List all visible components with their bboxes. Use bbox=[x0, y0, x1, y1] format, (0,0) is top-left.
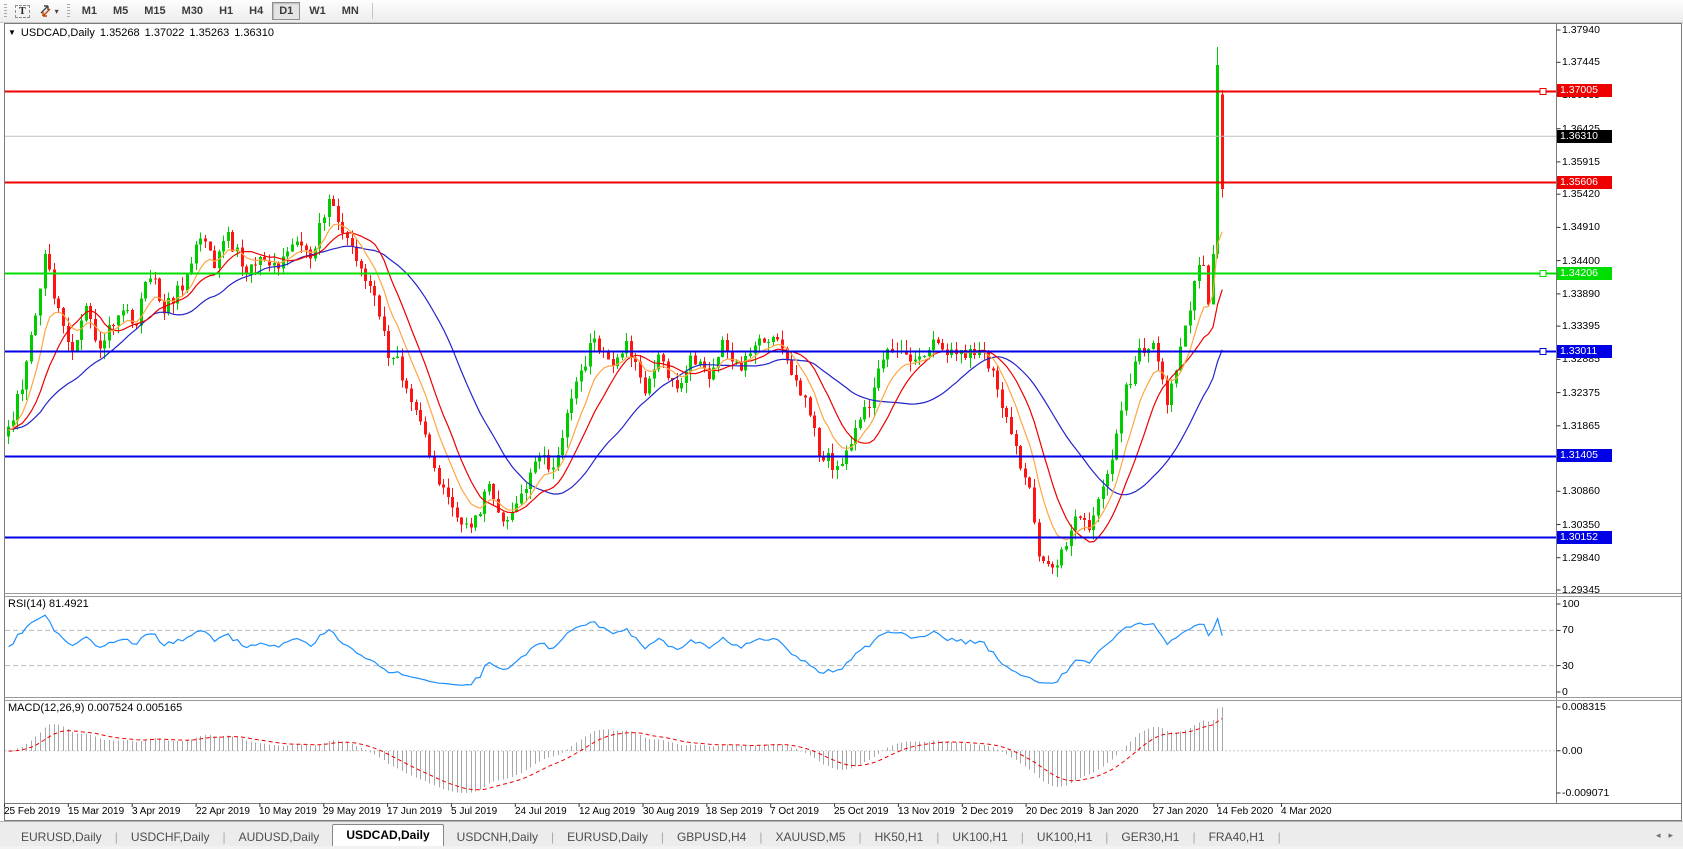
symbol-tab-eurusd-daily-0[interactable]: EURUSD,Daily bbox=[8, 828, 115, 846]
timeframe-button-group: M1M5M15M30H1H4D1W1MN bbox=[74, 0, 367, 22]
tab-separator: | bbox=[1278, 828, 1281, 846]
symbol-tab-usdcad-daily-3[interactable]: USDCAD,Daily bbox=[332, 824, 443, 846]
text-tool-icon: T bbox=[15, 5, 30, 18]
toolbar: T ▾ M1M5M15M30H1H4D1W1MN bbox=[0, 0, 1683, 23]
chart-canvas[interactable] bbox=[0, 0, 1683, 849]
symbol-tab-eurusd-daily-5[interactable]: EURUSD,Daily bbox=[554, 828, 661, 846]
timeframe-button-m5[interactable]: M5 bbox=[106, 2, 135, 20]
timeframe-button-m30[interactable]: M30 bbox=[175, 2, 210, 20]
timeframe-button-m15[interactable]: M15 bbox=[137, 2, 172, 20]
symbol-tab-audusd-daily-2[interactable]: AUDUSD,Daily bbox=[226, 828, 333, 846]
arrows-tool-icon bbox=[38, 4, 53, 18]
trading-terminal-window: T ▾ M1M5M15M30H1H4D1W1MN ▼USDCAD,Daily1.… bbox=[0, 0, 1683, 849]
symbol-tab-gbpusd-h4-6[interactable]: GBPUSD,H4 bbox=[664, 828, 759, 846]
horizontal-line-objects[interactable] bbox=[5, 89, 1556, 538]
tab-scroll-arrows: ◂ ▸ bbox=[1656, 830, 1673, 841]
timeframe-button-m1[interactable]: M1 bbox=[75, 2, 104, 20]
timeframe-button-h4[interactable]: H4 bbox=[242, 2, 270, 20]
arrows-tool-button[interactable]: ▾ bbox=[35, 2, 62, 20]
symbol-tab-usdchf-daily-1[interactable]: USDCHF,Daily bbox=[118, 828, 223, 846]
symbol-tab-uk100-h1-9[interactable]: UK100,H1 bbox=[939, 828, 1020, 846]
symbol-tab-usdcnh-daily-4[interactable]: USDCNH,Daily bbox=[444, 828, 551, 846]
time-axis[interactable] bbox=[5, 804, 1556, 820]
macd-histogram bbox=[9, 707, 1223, 793]
text-tool-button[interactable]: T bbox=[12, 2, 33, 20]
symbol-tab-xauusd-m5-7[interactable]: XAUUSD,M5 bbox=[762, 828, 858, 846]
timeframe-button-mn[interactable]: MN bbox=[335, 2, 366, 20]
timeframe-button-h1[interactable]: H1 bbox=[212, 2, 240, 20]
symbol-tab-fra40-h1-12[interactable]: FRA40,H1 bbox=[1196, 828, 1278, 846]
symbol-tab-ger30-h1-11[interactable]: GER30,H1 bbox=[1108, 828, 1192, 846]
timeframe-button-d1[interactable]: D1 bbox=[272, 2, 300, 20]
price-axis[interactable] bbox=[1557, 23, 1682, 803]
timeframe-button-w1[interactable]: W1 bbox=[302, 2, 333, 20]
rsi-line bbox=[9, 615, 1223, 685]
macd-signal-line bbox=[9, 719, 1223, 790]
symbol-tab-hk50-h1-8[interactable]: HK50,H1 bbox=[862, 828, 937, 846]
dropdown-caret-icon: ▾ bbox=[55, 7, 59, 16]
tab-scroll-left-icon[interactable]: ◂ bbox=[1656, 830, 1661, 841]
toolbar-drag-handle[interactable] bbox=[4, 4, 7, 18]
toolbar-separator bbox=[372, 3, 373, 19]
symbol-tab-uk100-h1-10[interactable]: UK100,H1 bbox=[1024, 828, 1105, 846]
toolbar-group-handle[interactable] bbox=[67, 4, 70, 18]
symbol-tabbar: EURUSD,Daily|USDCHF,Daily|AUDUSD,DailyUS… bbox=[0, 821, 1683, 846]
tab-scroll-right-icon[interactable]: ▸ bbox=[1668, 830, 1673, 841]
